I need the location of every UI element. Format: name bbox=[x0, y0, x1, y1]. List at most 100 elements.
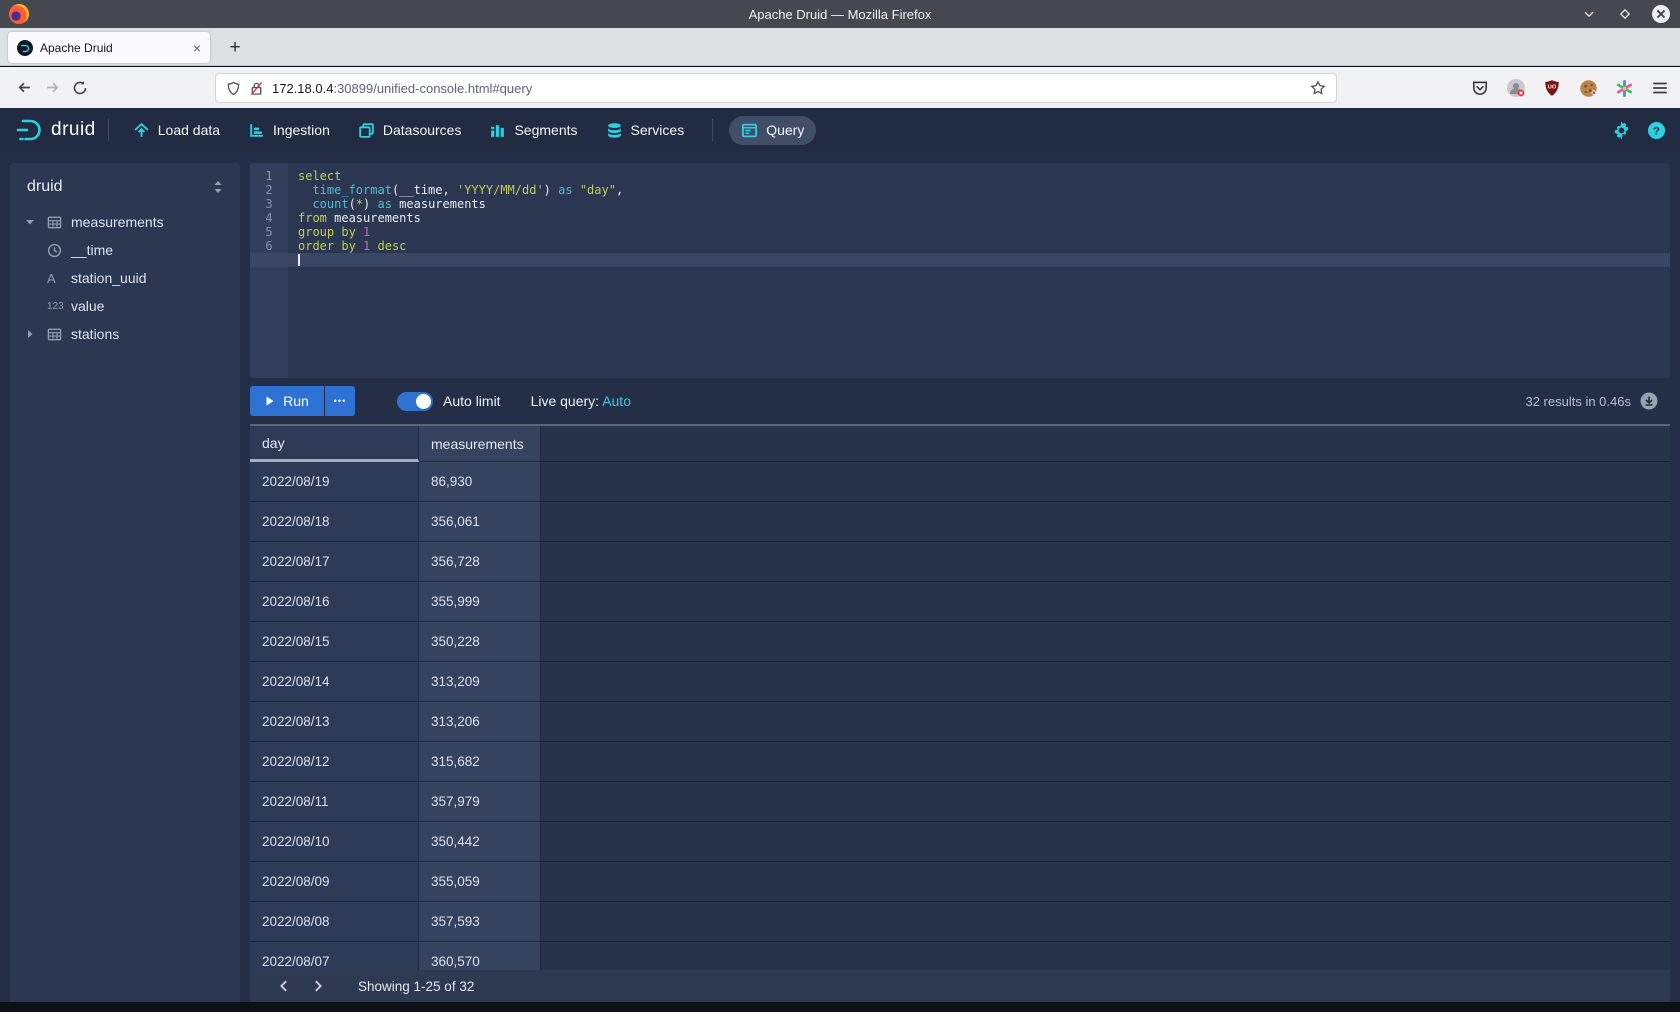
table-row: 2022/08/18356,061 bbox=[250, 502, 1670, 542]
tab-close-icon[interactable]: × bbox=[193, 41, 201, 55]
cell-filler bbox=[541, 582, 1670, 622]
column-item-station_uuid[interactable]: Astation_uuid bbox=[10, 264, 240, 292]
cell-measurements[interactable]: 357,979 bbox=[419, 782, 541, 822]
table-row: 2022/08/15350,228 bbox=[250, 622, 1670, 662]
column-name: __time bbox=[71, 242, 113, 258]
cell-measurements[interactable]: 350,228 bbox=[419, 622, 541, 662]
chevron-right-icon[interactable] bbox=[24, 328, 47, 340]
results-header: daymeasurements bbox=[250, 426, 1670, 462]
download-icon[interactable] bbox=[1640, 392, 1658, 410]
table-item-stations[interactable]: stations bbox=[10, 320, 240, 348]
cell-measurements[interactable]: 355,999 bbox=[419, 582, 541, 622]
reload-icon[interactable] bbox=[66, 74, 94, 102]
table-row: 2022/08/09355,059 bbox=[250, 862, 1670, 902]
column-header-day[interactable]: day bbox=[250, 426, 419, 462]
back-icon[interactable] bbox=[10, 74, 38, 102]
nav-item-load-data[interactable]: Load data bbox=[121, 116, 232, 145]
cell-day[interactable]: 2022/08/19 bbox=[250, 462, 419, 502]
prev-page-icon[interactable] bbox=[270, 972, 298, 1000]
next-page-icon[interactable] bbox=[304, 972, 332, 1000]
code-line-4: 4from measurements bbox=[250, 211, 1670, 225]
cell-filler bbox=[541, 782, 1670, 822]
window-maximize-icon[interactable] bbox=[1614, 3, 1636, 25]
cell-measurements[interactable]: 357,593 bbox=[419, 902, 541, 942]
chevron-down-icon[interactable] bbox=[24, 216, 47, 228]
cell-measurements[interactable]: 313,206 bbox=[419, 702, 541, 742]
load-data-icon bbox=[133, 122, 150, 139]
svg-text:?: ? bbox=[1653, 125, 1660, 137]
table-row: 2022/08/10350,442 bbox=[250, 822, 1670, 862]
help-icon[interactable]: ? bbox=[1647, 121, 1666, 140]
account-icon[interactable] bbox=[1506, 78, 1526, 98]
run-button[interactable]: Run bbox=[250, 386, 324, 416]
cell-measurements[interactable]: 315,682 bbox=[419, 742, 541, 782]
cell-day[interactable]: 2022/08/14 bbox=[250, 662, 419, 702]
current-line-highlight bbox=[250, 253, 1670, 267]
ublock-icon[interactable]: UO bbox=[1542, 78, 1562, 98]
cell-day[interactable]: 2022/08/07 bbox=[250, 942, 419, 970]
cell-measurements[interactable]: 356,061 bbox=[419, 502, 541, 542]
schema-sidebar: druid measurements__timeAstation_uuid123… bbox=[10, 163, 240, 1002]
cell-measurements[interactable]: 355,059 bbox=[419, 862, 541, 902]
nav-item-datasources[interactable]: Datasources bbox=[346, 116, 474, 145]
cell-day[interactable]: 2022/08/16 bbox=[250, 582, 419, 622]
column-header-measurements[interactable]: measurements bbox=[419, 426, 541, 462]
browser-tab[interactable]: Apache Druid × bbox=[8, 32, 210, 63]
navbar-items: Load dataIngestionDatasourcesSegmentsSer… bbox=[121, 116, 817, 145]
window-close-icon[interactable] bbox=[1650, 3, 1672, 25]
nav-item-services[interactable]: Services bbox=[594, 116, 697, 145]
live-query-value[interactable]: Auto bbox=[602, 393, 631, 409]
cell-day[interactable]: 2022/08/08 bbox=[250, 902, 419, 942]
live-query-label: Live query: bbox=[531, 393, 599, 409]
bookmark-star-icon[interactable] bbox=[1310, 80, 1326, 96]
druid-console: druid measurements__timeAstation_uuid123… bbox=[0, 152, 1680, 1002]
column-name: station_uuid bbox=[71, 270, 147, 286]
query-icon bbox=[741, 122, 758, 139]
cell-measurements[interactable]: 86,930 bbox=[419, 462, 541, 502]
multi-account-containers-icon[interactable] bbox=[1614, 78, 1634, 98]
run-more-button[interactable]: ••• bbox=[325, 386, 355, 416]
new-tab-button[interactable]: + bbox=[222, 35, 248, 61]
shield-icon[interactable] bbox=[226, 81, 241, 96]
cell-day[interactable]: 2022/08/15 bbox=[250, 622, 419, 662]
url-bar[interactable]: 172.18.0.4:30899/unified-console.html#qu… bbox=[215, 73, 1337, 103]
nav-item-segments[interactable]: Segments bbox=[477, 116, 589, 145]
cell-day[interactable]: 2022/08/10 bbox=[250, 822, 419, 862]
column-item-value[interactable]: 123value bbox=[10, 292, 240, 320]
nav-item-query[interactable]: Query bbox=[729, 116, 816, 145]
cell-measurements[interactable]: 356,728 bbox=[419, 542, 541, 582]
cell-day[interactable]: 2022/08/11 bbox=[250, 782, 419, 822]
window-minimize-icon[interactable] bbox=[1578, 3, 1600, 25]
druid-favicon bbox=[17, 40, 33, 56]
cell-measurements[interactable]: 350,442 bbox=[419, 822, 541, 862]
sql-editor[interactable]: 1select2 time_format(__time, 'YYYY/MM/dd… bbox=[250, 163, 1670, 378]
cookie-icon[interactable] bbox=[1578, 78, 1598, 98]
druid-logo[interactable]: druid bbox=[14, 117, 96, 143]
druid-logo-text: druid bbox=[51, 119, 96, 141]
browser-tab-bar: Apache Druid × + bbox=[0, 28, 1680, 66]
query-run-bar: Run ••• Auto limit Live query: Auto 32 r… bbox=[250, 386, 1670, 416]
cell-day[interactable]: 2022/08/13 bbox=[250, 702, 419, 742]
cell-day[interactable]: 2022/08/09 bbox=[250, 862, 419, 902]
cell-measurements[interactable]: 360,570 bbox=[419, 942, 541, 970]
cell-day[interactable]: 2022/08/12 bbox=[250, 742, 419, 782]
services-icon bbox=[606, 122, 623, 139]
table-item-measurements[interactable]: measurements bbox=[10, 208, 240, 236]
auto-limit-toggle[interactable] bbox=[397, 392, 433, 411]
table-icon bbox=[47, 327, 71, 342]
table-row: 2022/08/08357,593 bbox=[250, 902, 1670, 942]
letter-icon: A bbox=[47, 271, 71, 286]
forward-icon[interactable] bbox=[38, 74, 66, 102]
number-icon: 123 bbox=[47, 301, 71, 312]
cell-day[interactable]: 2022/08/18 bbox=[250, 502, 419, 542]
nav-item-ingestion[interactable]: Ingestion bbox=[236, 116, 342, 145]
cell-measurements[interactable]: 313,209 bbox=[419, 662, 541, 702]
settings-gear-icon[interactable] bbox=[1612, 121, 1631, 140]
insecure-lock-icon[interactable] bbox=[249, 81, 264, 96]
cell-day[interactable]: 2022/08/17 bbox=[250, 542, 419, 582]
double-caret-icon[interactable] bbox=[212, 180, 224, 194]
column-item-__time[interactable]: __time bbox=[10, 236, 240, 264]
menu-hamburger-icon[interactable] bbox=[1650, 78, 1670, 98]
table-row: 2022/08/17356,728 bbox=[250, 542, 1670, 582]
pocket-icon[interactable] bbox=[1470, 78, 1490, 98]
